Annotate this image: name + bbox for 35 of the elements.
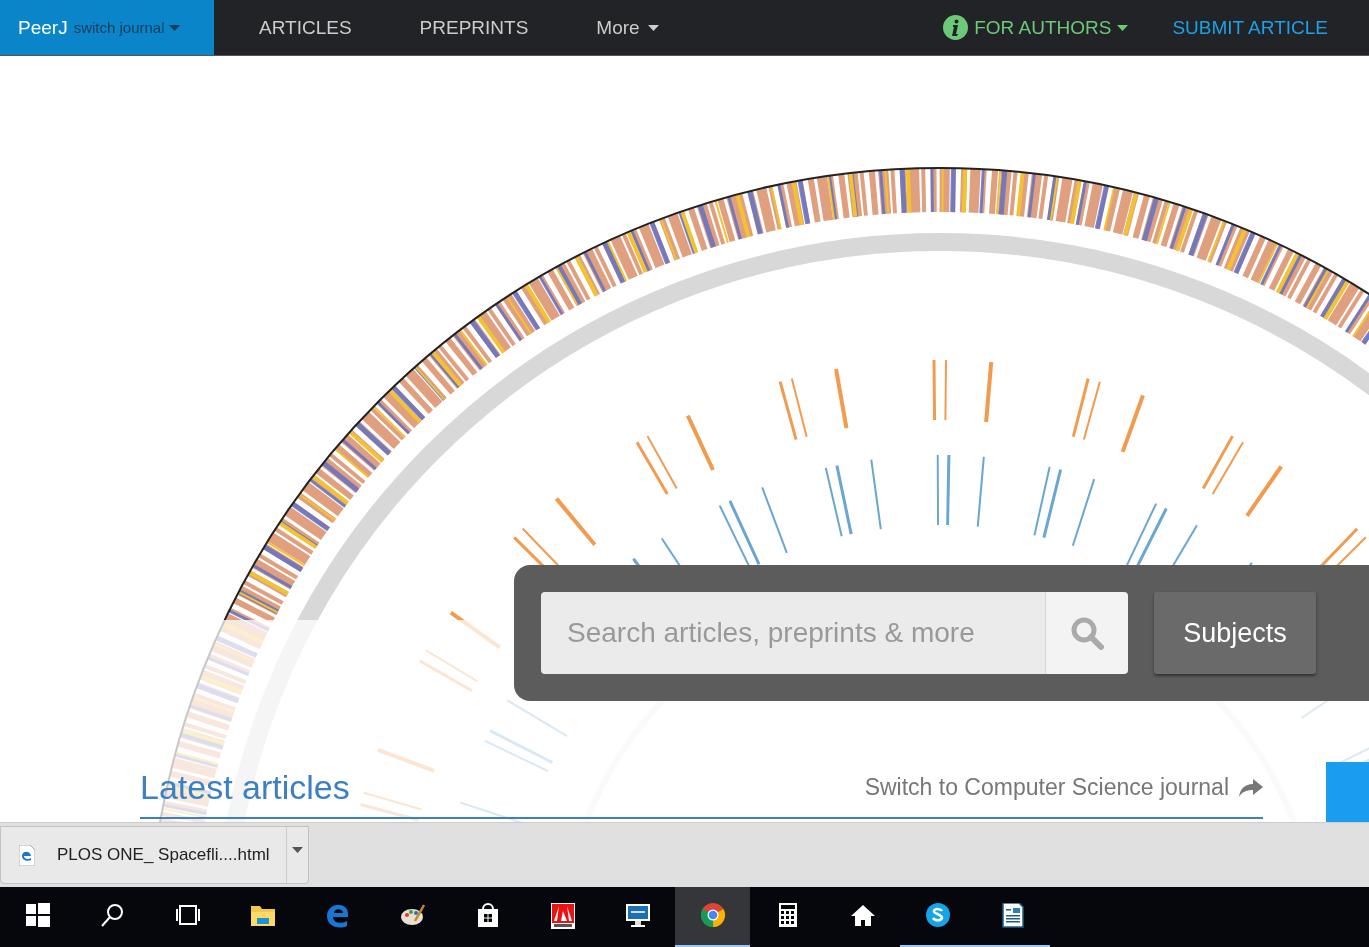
info-icon	[943, 15, 969, 40]
skype-icon	[925, 903, 950, 927]
nav-link[interactable]: PREPRINTS	[396, 16, 552, 39]
taskbar-button[interactable]	[675, 887, 750, 947]
document-icon	[1001, 903, 1024, 928]
folder-icon	[250, 906, 275, 926]
adobe-icon	[550, 903, 575, 929]
home-icon	[850, 905, 875, 926]
download-file-name: PLOS ONE_ Spacefli....html	[57, 845, 270, 865]
palette-icon	[400, 904, 425, 925]
chrome-icon	[700, 903, 725, 927]
search-field[interactable]: Search articles, preprints & more	[541, 592, 1045, 674]
share-arrow-icon	[1239, 778, 1263, 797]
caret-icon	[292, 847, 303, 853]
caret-icon	[168, 24, 180, 31]
download-item[interactable]: PLOS ONE_ Spacefli....html	[0, 826, 309, 884]
search-icon	[100, 904, 123, 927]
calculator-icon	[778, 903, 797, 927]
monitor-icon	[625, 904, 650, 927]
nav-link[interactable]: ARTICLES	[236, 16, 375, 39]
caret-icon	[1117, 24, 1129, 31]
more-dropdown[interactable]: More	[573, 16, 682, 39]
edge-icon	[326, 904, 348, 928]
subjects-button[interactable]: Subjects	[1154, 592, 1316, 674]
html-file-icon	[19, 844, 35, 866]
caret-icon	[647, 24, 659, 31]
store-bag-icon	[477, 903, 498, 927]
brand-logo-text[interactable]: PeerJ	[18, 16, 68, 39]
for-authors-dropdown[interactable]: FOR AUTHORS	[943, 15, 1129, 40]
section-heading: Latest articles	[140, 768, 350, 807]
switch-journal-link[interactable]: Switch to Computer Science journal	[864, 774, 1263, 801]
submit-article-link[interactable]: SUBMIT ARTICLE	[1172, 16, 1328, 39]
windows-icon	[25, 903, 50, 927]
search-icon	[1070, 616, 1104, 650]
task-view-icon	[175, 905, 200, 925]
